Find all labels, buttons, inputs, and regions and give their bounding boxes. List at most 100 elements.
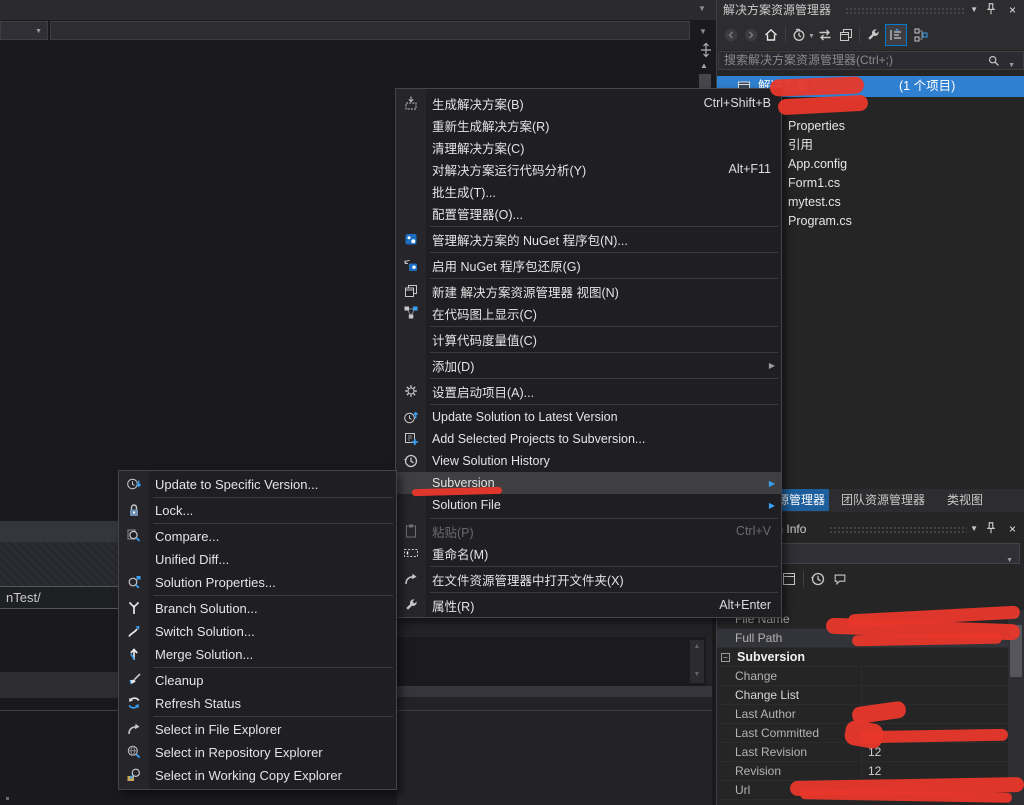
menu-item-new-solution-explorer-view[interactable]: 新建 解决方案资源管理器 视图(N): [396, 280, 781, 302]
submenu-item-unified-diff[interactable]: Unified Diff...: [119, 548, 396, 571]
menu-item-properties[interactable]: 属性(R)Alt+Enter: [396, 594, 781, 616]
menu-separator: [153, 497, 393, 498]
tab-team-explorer[interactable]: 团队资源管理器: [833, 489, 933, 511]
update-version-icon: [126, 476, 142, 492]
build-icon: [403, 95, 419, 111]
vs-window: ▼ ▼ ▼ ▲ nTest/ ▲ ▼ 解决方案资源管理器 ▼ × ▼: [0, 0, 1024, 805]
menu-item-solution-file[interactable]: Solution File▶: [396, 494, 781, 516]
menu-item-enable-nuget-restore[interactable]: 启用 NuGet 程序包还原(G): [396, 254, 781, 276]
home-icon[interactable]: [763, 27, 779, 43]
preview-selected-icon[interactable]: [865, 27, 881, 43]
scroll-up-icon[interactable]: ▲: [690, 640, 704, 654]
menu-item-paste[interactable]: 粘贴(P)Ctrl+V: [396, 520, 781, 542]
menu-item-batch-build[interactable]: 批生成(T)...: [396, 180, 781, 202]
editor-nav-bar[interactable]: [50, 21, 690, 40]
wrench-icon: [403, 597, 419, 613]
nuget-restore-icon: [403, 257, 419, 273]
collapse-box-icon[interactable]: −: [721, 653, 730, 662]
window-dropdown-icon[interactable]: ▼: [698, 4, 706, 13]
property-category-row[interactable]: −Subversion: [717, 648, 1009, 667]
menu-item-update-solution-latest[interactable]: Update Solution to Latest Version: [396, 406, 781, 428]
rename-icon: [403, 545, 419, 561]
scroll-down-icon[interactable]: ▼: [690, 668, 704, 682]
menu-separator: [430, 566, 778, 567]
menu-item-manage-nuget[interactable]: 管理解决方案的 NuGet 程序包(N)...: [396, 228, 781, 250]
scroll-up-icon[interactable]: ▲: [700, 61, 708, 70]
pending-changes-filter-icon[interactable]: [791, 27, 807, 43]
file-explorer-icon: [126, 721, 142, 737]
editor-scrollbar-thumb[interactable]: [699, 74, 711, 88]
menu-item-open-folder-in-file-explorer[interactable]: 在文件资源管理器中打开文件夹(X): [396, 568, 781, 590]
nav-dropdown-icon[interactable]: ▼: [699, 27, 707, 36]
submenu-item-select-in-file-explorer[interactable]: Select in File Explorer: [119, 718, 396, 741]
paste-icon: [403, 523, 419, 539]
tab-class-view[interactable]: 类视图: [937, 489, 993, 511]
collapse-all-button[interactable]: [885, 24, 907, 46]
menu-item-rebuild-solution[interactable]: 重新生成解决方案(R): [396, 114, 781, 136]
solution-properties-icon: [126, 574, 142, 590]
editor-nav-dropdown[interactable]: ▼: [0, 21, 48, 40]
submenu-item-update-specific-version[interactable]: Update to Specific Version...: [119, 473, 396, 496]
solution-label-suffix: (1 个项目): [899, 76, 955, 97]
properties-window-icon[interactable]: [838, 27, 854, 43]
menu-item-configuration-manager[interactable]: 配置管理器(O)...: [396, 202, 781, 224]
menu-item-rename[interactable]: 重命名(M): [396, 542, 781, 564]
menu-item-add[interactable]: 添加(D)▶: [396, 354, 781, 376]
menu-item-show-on-code-map[interactable]: 在代码图上显示(C): [396, 302, 781, 324]
submenu-item-lock[interactable]: Lock...: [119, 499, 396, 522]
comment-icon[interactable]: [833, 572, 847, 586]
window-position-icon[interactable]: ▼: [970, 0, 978, 20]
menu-item-build-solution[interactable]: 生成解决方案(B)Ctrl+Shift+B: [396, 92, 781, 114]
submenu-item-switch-solution[interactable]: Switch Solution...: [119, 620, 396, 643]
solution-explorer-search[interactable]: 搜索解决方案资源管理器(Ctrl+;) ▼: [718, 51, 1024, 70]
background-row-band: [0, 672, 118, 698]
close-icon[interactable]: ×: [1009, 0, 1016, 20]
pin-icon[interactable]: [984, 2, 998, 16]
menu-separator: [430, 252, 778, 253]
refresh-icon: [126, 695, 142, 711]
splitter-handle-icon[interactable]: [698, 42, 714, 58]
background-hatched-band: [0, 542, 118, 586]
back-icon[interactable]: [723, 27, 739, 43]
submenu-item-select-in-repository-explorer[interactable]: Select in Repository Explorer: [119, 741, 396, 764]
solution-explorer-titlebar[interactable]: 解决方案资源管理器 ▼ ×: [717, 0, 1024, 20]
property-row[interactable]: Change List: [717, 686, 1009, 705]
subversion-submenu: Update to Specific Version... Lock... Co…: [118, 470, 397, 790]
menu-separator: [153, 667, 393, 668]
submenu-item-select-in-working-copy-explorer[interactable]: Select in Working Copy Explorer: [119, 764, 396, 787]
open-folder-icon: [403, 571, 419, 587]
menu-separator: [430, 518, 778, 519]
branch-icon: [126, 600, 142, 616]
history-icon[interactable]: [810, 571, 826, 587]
submenu-item-refresh-status[interactable]: Refresh Status: [119, 692, 396, 715]
menu-item-add-projects-to-subversion[interactable]: Add Selected Projects to Subversion...: [396, 428, 781, 450]
menu-item-calculate-code-metrics[interactable]: 计算代码度量值(C): [396, 328, 781, 350]
submenu-item-solution-properties[interactable]: Solution Properties...: [119, 571, 396, 594]
menu-separator: [430, 226, 778, 227]
redaction-solution-name: [770, 76, 865, 96]
sync-with-active-document-icon[interactable]: [817, 27, 833, 43]
nuget-icon: [403, 231, 419, 247]
chevron-down-icon[interactable]: ▼: [808, 33, 815, 40]
new-view-icon: [403, 283, 419, 299]
solution-explorer-toolbar: ▼: [717, 20, 1024, 50]
show-all-files-icon[interactable]: [913, 27, 929, 43]
submenu-item-compare[interactable]: Compare...: [119, 525, 396, 548]
frame-icon[interactable]: [781, 571, 797, 587]
background-scrollbar[interactable]: ▲ ▼: [690, 640, 704, 683]
menu-item-set-startup-projects[interactable]: 设置启动项目(A)...: [396, 380, 781, 402]
submenu-item-merge-solution[interactable]: Merge Solution...: [119, 643, 396, 666]
submenu-item-branch-solution[interactable]: Branch Solution...: [119, 597, 396, 620]
menu-item-run-code-analysis[interactable]: 对解决方案运行代码分析(Y)Alt+F11: [396, 158, 781, 180]
close-icon[interactable]: ×: [1009, 519, 1016, 539]
pin-icon[interactable]: [984, 521, 998, 535]
forward-icon[interactable]: [743, 27, 759, 43]
menu-item-clean-solution[interactable]: 清理解决方案(C): [396, 136, 781, 158]
lock-icon: [126, 502, 142, 518]
window-position-icon[interactable]: ▼: [970, 519, 978, 539]
menu-item-view-solution-history[interactable]: View Solution History: [396, 450, 781, 472]
menu-separator: [153, 595, 393, 596]
property-row[interactable]: Change: [717, 667, 1009, 686]
submenu-item-cleanup[interactable]: Cleanup: [119, 669, 396, 692]
search-icon[interactable]: [987, 54, 1001, 68]
